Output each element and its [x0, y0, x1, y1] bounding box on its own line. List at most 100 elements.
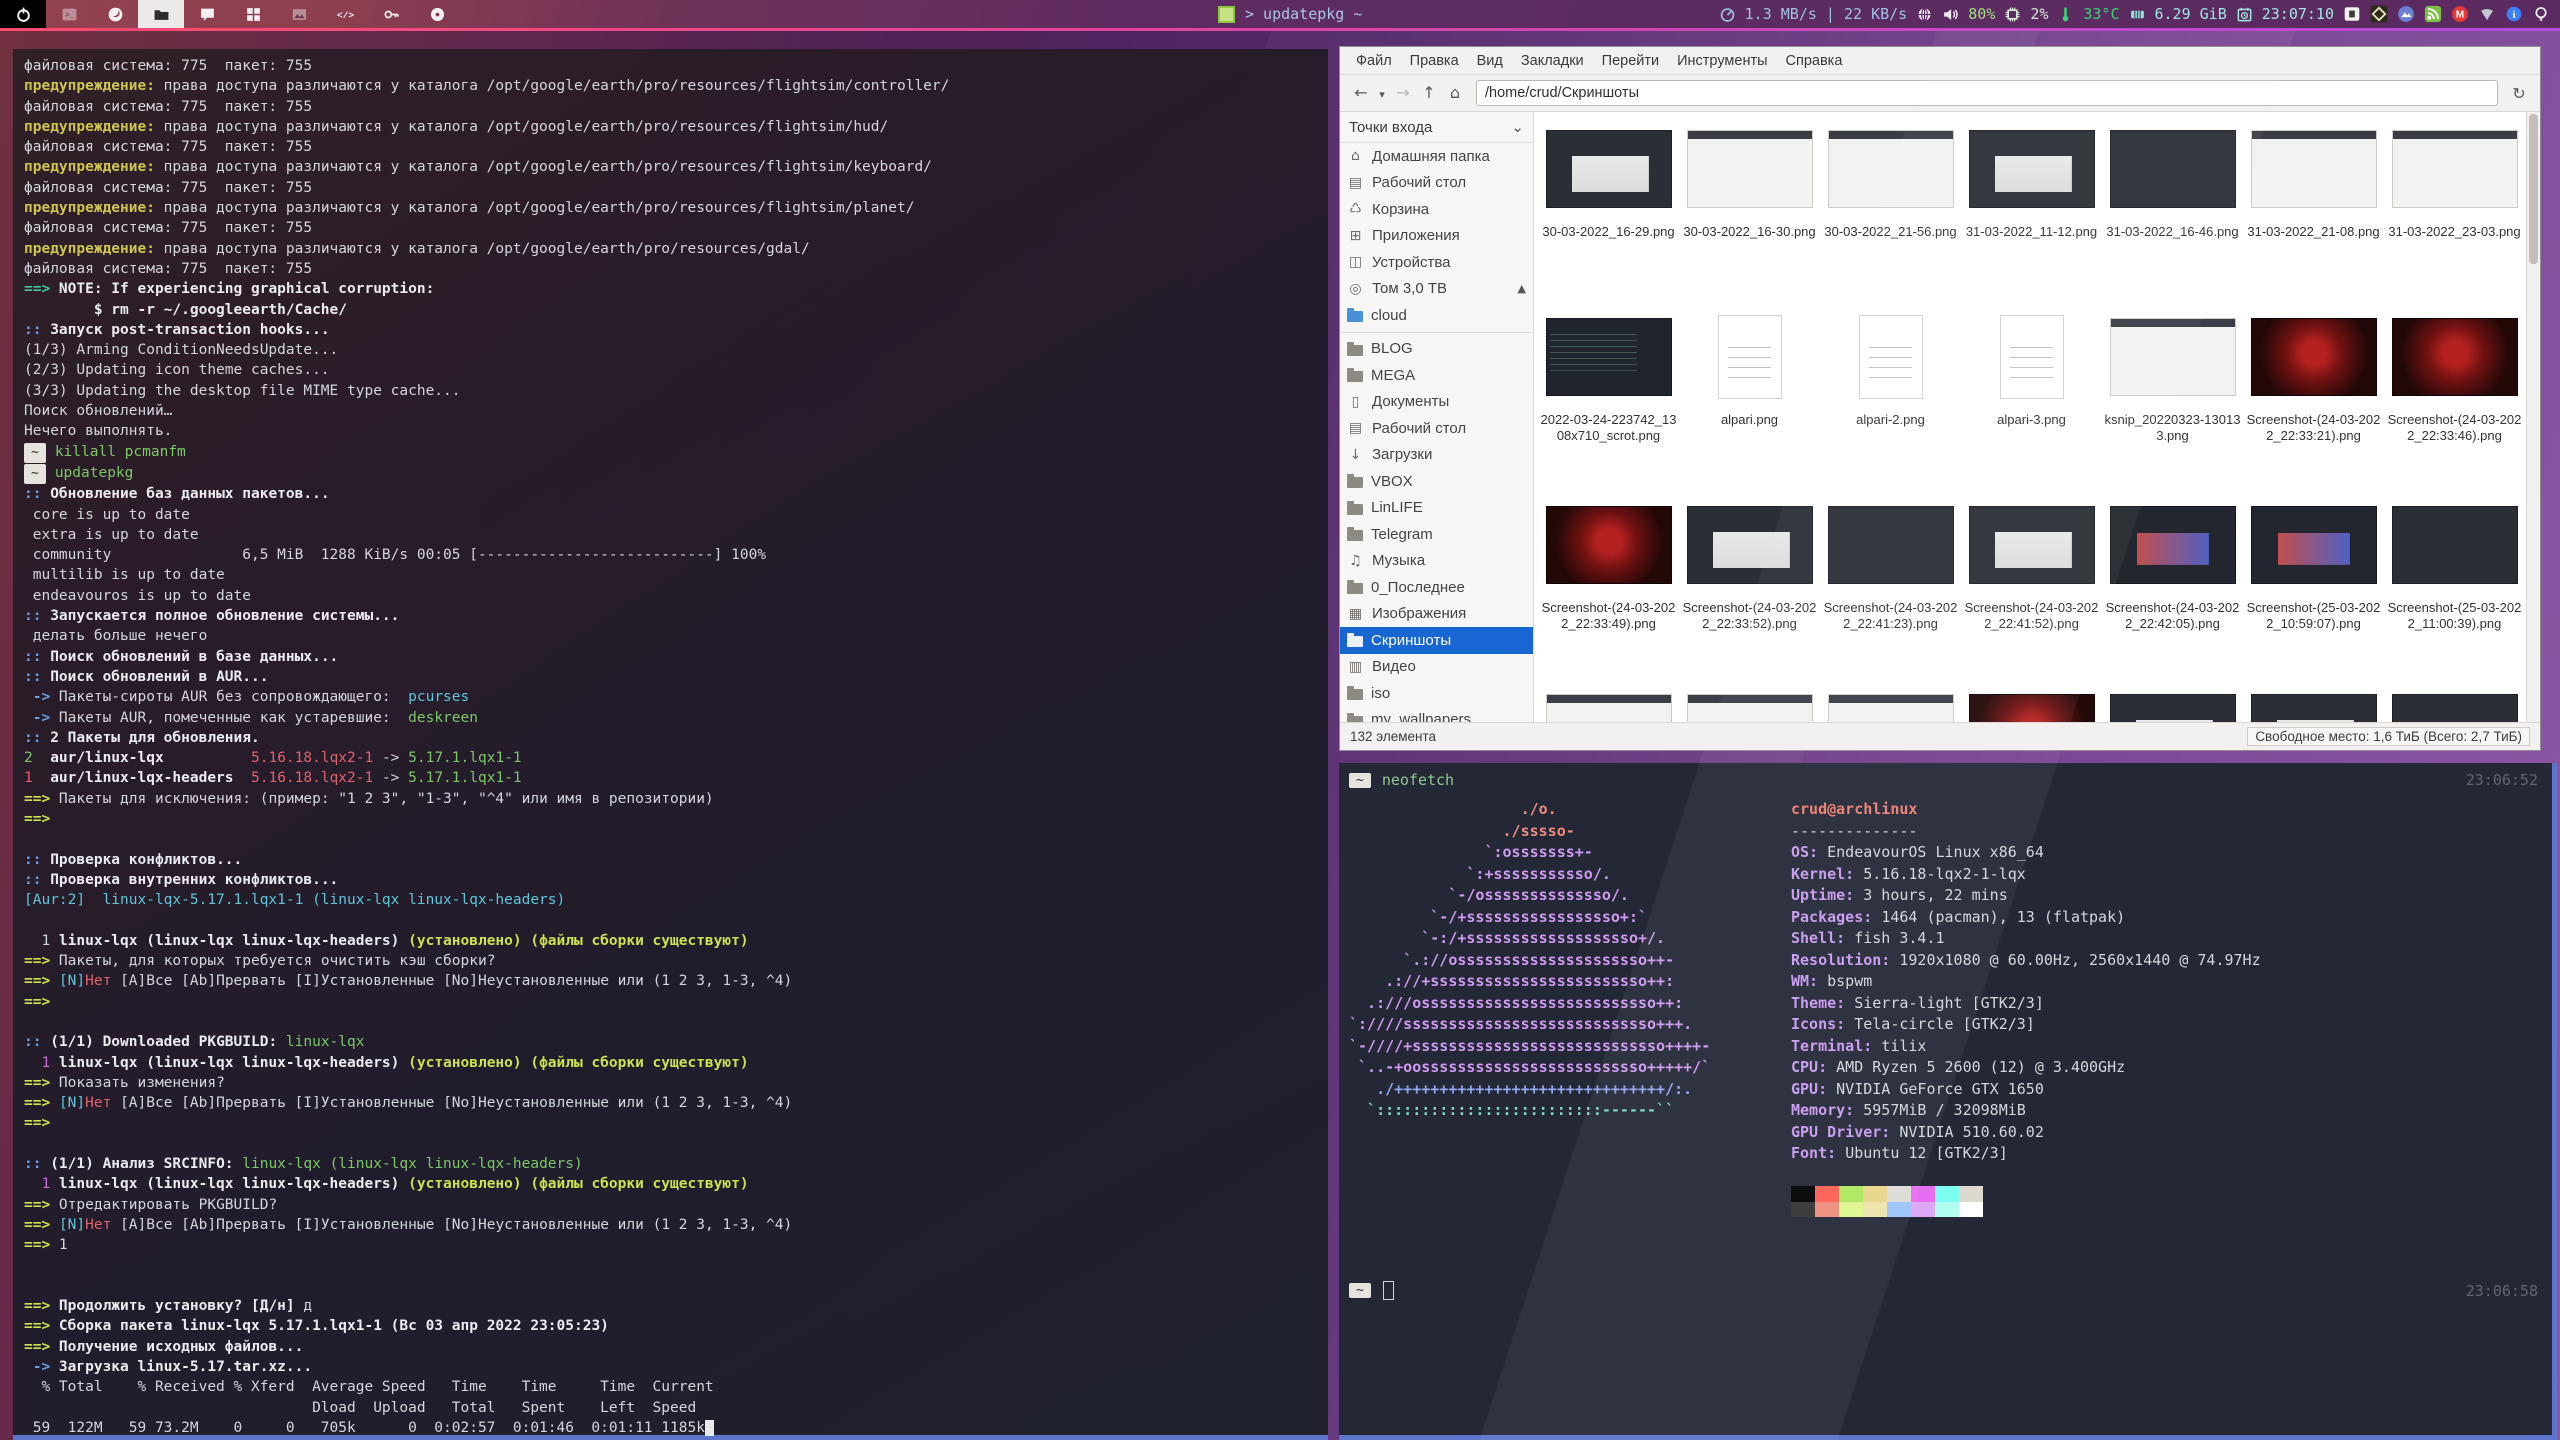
- file-item[interactable]: 31-03-2022_11-12.png: [1961, 118, 2102, 306]
- up-button[interactable]: ↑: [1416, 79, 1442, 105]
- file-item[interactable]: alpari-2.png: [1820, 306, 1961, 494]
- forward-button[interactable]: →: [1390, 79, 1416, 105]
- palette-swatch: [1935, 1186, 1959, 1202]
- menubar: ФайлПравкаВидЗакладкиПерейтиИнструментыС…: [1340, 47, 2540, 75]
- menu-item[interactable]: Перейти: [1594, 53, 1667, 69]
- file-item[interactable]: 31-03-2022_16-46.png: [2102, 118, 2243, 306]
- menu-item[interactable]: Вид: [1469, 53, 1511, 69]
- file-item[interactable]: 31-03-2022_21-08.png: [2243, 118, 2384, 306]
- thumbnail-wrap: [2243, 118, 2384, 220]
- sidebar-item-label: Устройства: [1372, 254, 1450, 271]
- sidebar-item-BLOG[interactable]: BLOG: [1340, 336, 1533, 363]
- file-item[interactable]: [2384, 682, 2525, 722]
- file-item[interactable]: Screenshot-(24-03-2022_22:41:23).png: [1820, 494, 1961, 682]
- menu-item[interactable]: Справка: [1778, 53, 1851, 69]
- file-item[interactable]: 2022-03-24-223742_1308x710_scrot.png: [1538, 306, 1679, 494]
- sidebar-item-0_Последнее[interactable]: 0_Последнее: [1340, 574, 1533, 601]
- sidebar-item-MEGA[interactable]: MEGA: [1340, 362, 1533, 389]
- file-item[interactable]: alpari.png: [1679, 306, 1820, 494]
- menu-item[interactable]: Правка: [1402, 53, 1467, 69]
- menu-item[interactable]: Файл: [1348, 53, 1400, 69]
- sidebar-item-my_wallpapers[interactable]: my_wallpapers: [1340, 707, 1533, 723]
- system-status-area: 1.3 MB/s | 22 KB/s80%2%33°C6.29 GiB23:07…: [1719, 0, 2560, 28]
- sidebar-item-Telegram[interactable]: Telegram: [1340, 521, 1533, 548]
- workspace-code-icon[interactable]: </>: [322, 0, 368, 28]
- sidebar-item-iso[interactable]: iso: [1340, 680, 1533, 707]
- refresh-button[interactable]: ↻: [2506, 80, 2532, 106]
- workspace-power-icon[interactable]: [0, 0, 46, 28]
- sidebar-item-Скриншоты[interactable]: Скриншоты: [1340, 627, 1533, 654]
- sidebar-item-Изображения[interactable]: ▦Изображения: [1340, 601, 1533, 628]
- music-icon: ♫: [1347, 553, 1364, 569]
- sidebar-item-LinLIFE[interactable]: LinLIFE: [1340, 495, 1533, 522]
- scrollbar[interactable]: [2526, 112, 2540, 722]
- sidebar-item-VBOX[interactable]: VBOX: [1340, 468, 1533, 495]
- scrollbar-thumb[interactable]: [2529, 114, 2538, 264]
- file-item[interactable]: ksnip_20220323-130133.png: [2102, 306, 2243, 494]
- back-button[interactable]: ←: [1348, 79, 1374, 105]
- command-text: neofetch: [1382, 771, 1454, 789]
- neofetch-info-line: Uptime: 3 hours, 22 mins: [1791, 885, 2261, 907]
- file-item[interactable]: Screenshot-(25-03-2022_11:00:39).png: [2384, 494, 2525, 682]
- terminal-window-updatepkg: файловая система: 775 пакет: 755предупре…: [13, 49, 1328, 1440]
- workspace-windows-icon[interactable]: [230, 0, 276, 28]
- system-info: crud@archlinux--------------OS: Endeavou…: [1791, 799, 2261, 1217]
- file-item[interactable]: 30-03-2022_16-29.png: [1538, 118, 1679, 306]
- file-item[interactable]: Screenshot-(24-03-2022_22:33:21).png: [2243, 306, 2384, 494]
- menu-item[interactable]: Инструменты: [1669, 53, 1775, 69]
- menu-item[interactable]: Закладки: [1513, 53, 1592, 69]
- sidebar-mode-select[interactable]: Точки входа ⌄: [1340, 112, 1533, 143]
- file-item[interactable]: Screenshot-(25-03-2022_10:59:07).png: [2243, 494, 2384, 682]
- history-dropdown[interactable]: ▾: [1374, 81, 1390, 107]
- file-item[interactable]: [2102, 682, 2243, 722]
- workspace-files-icon[interactable]: [138, 0, 184, 28]
- workspace-chat-icon[interactable]: [184, 0, 230, 28]
- eject-icon[interactable]: ▲: [1518, 282, 1526, 295]
- file-item[interactable]: [1820, 682, 1961, 722]
- neofetch-underline: --------------: [1791, 821, 2261, 843]
- sidebar-item-Домашняя папка[interactable]: ⌂Домашняя папка: [1340, 143, 1533, 170]
- file-item[interactable]: Screenshot-(24-03-2022_22:33:49).png: [1538, 494, 1679, 682]
- sidebar-item-Приложения[interactable]: ⊞Приложения: [1340, 223, 1533, 250]
- file-item[interactable]: [1679, 682, 1820, 722]
- sidebar-item-Музыка[interactable]: ♫Музыка: [1340, 548, 1533, 575]
- terminal-line: ==> Сборка пакета linux-lqx 5.17.1.lqx1-…: [24, 1316, 1317, 1336]
- sidebar-item-label: VBOX: [1371, 473, 1413, 490]
- file-item[interactable]: [1538, 682, 1679, 722]
- sidebar-item-Загрузки[interactable]: ↓Загрузки: [1340, 442, 1533, 469]
- sidebar-item-cloud[interactable]: cloud: [1340, 302, 1533, 329]
- terminal-line: [24, 1256, 1317, 1276]
- thumbnail-image: [2392, 506, 2518, 584]
- workspace-disc-icon[interactable]: [414, 0, 460, 28]
- file-item[interactable]: [2243, 682, 2384, 722]
- sidebar-item-Устройства[interactable]: ◫Устройства: [1340, 249, 1533, 276]
- file-item[interactable]: Screenshot-(24-03-2022_22:41:52).png: [1961, 494, 2102, 682]
- file-item[interactable]: 31-03-2022_23-03.png: [2384, 118, 2525, 306]
- sidebar-item-Корзина[interactable]: ♺Корзина: [1340, 196, 1533, 223]
- window-title-text: > updatepkg ~: [1245, 5, 1362, 23]
- file-item[interactable]: 30-03-2022_16-30.png: [1679, 118, 1820, 306]
- file-item[interactable]: alpari-3.png: [1961, 306, 2102, 494]
- sidebar-item-Видео[interactable]: ▥Видео: [1340, 654, 1533, 681]
- file-item[interactable]: Screenshot-(24-03-2022_22:33:52).png: [1679, 494, 1820, 682]
- workspace-terminal-icon[interactable]: >_: [46, 0, 92, 28]
- sidebar-item-Рабочий стол[interactable]: ▤Рабочий стол: [1340, 170, 1533, 197]
- sidebar-item-Рабочий стол[interactable]: ▤Рабочий стол: [1340, 415, 1533, 442]
- thumbnail-wrap: [1961, 306, 2102, 408]
- terminal-line: файловая система: 775 пакет: 755: [24, 218, 1317, 238]
- workspace-image-icon[interactable]: [276, 0, 322, 28]
- file-item[interactable]: Screenshot-(24-03-2022_22:42:05).png: [2102, 494, 2243, 682]
- path-input[interactable]: [1476, 80, 2498, 106]
- thumbnail-image: [2392, 694, 2518, 722]
- file-item[interactable]: 30-03-2022_21-56.png: [1820, 118, 1961, 306]
- file-item[interactable]: Screenshot-(24-03-2022_22:33:46).png: [2384, 306, 2525, 494]
- terminal-line: (2/3) Updating icon theme caches...: [24, 360, 1317, 380]
- color-palette-row: [1791, 1186, 2261, 1202]
- workspace-firefox-icon[interactable]: [92, 0, 138, 28]
- file-item[interactable]: [1961, 682, 2102, 722]
- sidebar-item-Документы[interactable]: ▯Документы: [1340, 389, 1533, 416]
- window-state-icon: [1218, 6, 1235, 23]
- home-button[interactable]: ⌂: [1442, 79, 1468, 105]
- sidebar-item-Том 3,0 ТВ[interactable]: ◎Том 3,0 ТВ▲: [1340, 276, 1533, 303]
- workspace-key-icon[interactable]: [368, 0, 414, 28]
